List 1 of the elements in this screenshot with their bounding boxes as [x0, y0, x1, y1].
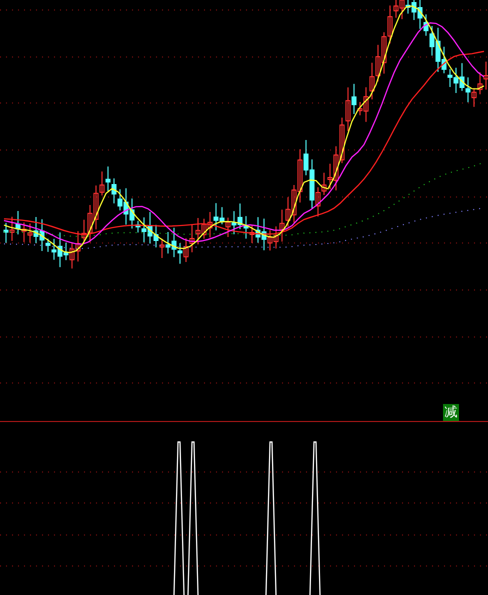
- signal-badge: 减: [443, 404, 459, 421]
